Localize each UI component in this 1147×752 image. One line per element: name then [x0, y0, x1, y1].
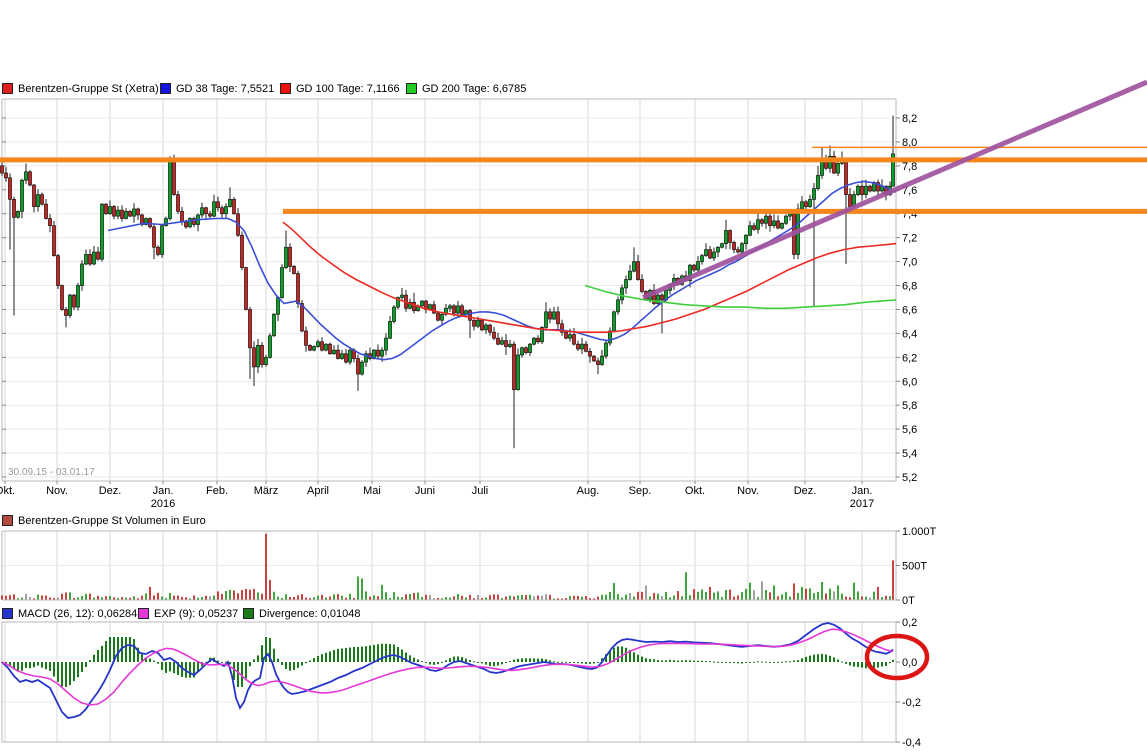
legend-macd-label: MACD (26, 12): 0,06284 [18, 608, 137, 620]
svg-text:6,6: 6,6 [902, 304, 917, 316]
svg-text:Jan.: Jan. [852, 485, 873, 497]
macd-swatch-icon [2, 608, 13, 619]
svg-text:6,2: 6,2 [902, 352, 917, 364]
gd200-swatch-icon [406, 83, 417, 94]
legend-gd38: GD 38 Tage: 7,5521 [160, 82, 274, 95]
svg-text:Juni: Juni [415, 485, 435, 497]
svg-text:Nov.: Nov. [46, 485, 68, 497]
svg-text:Nov.: Nov. [737, 485, 759, 497]
svg-text:5,4: 5,4 [902, 448, 917, 460]
svg-text:Okt.: Okt. [685, 485, 705, 497]
svg-text:7,2: 7,2 [902, 233, 917, 245]
svg-text:2017: 2017 [850, 498, 874, 510]
svg-text:Aug.: Aug. [577, 485, 600, 497]
svg-text:1.000T: 1.000T [902, 526, 937, 538]
svg-text:2016: 2016 [151, 498, 175, 510]
svg-text:Sep.: Sep. [629, 485, 652, 497]
legend-gd38-label: GD 38 Tage: 7,5521 [176, 83, 274, 95]
volume-bars[interactable] [1, 534, 894, 600]
svg-text:8,2: 8,2 [902, 113, 917, 125]
svg-text:5,8: 5,8 [902, 400, 917, 412]
svg-text:7,8: 7,8 [902, 161, 917, 173]
divergence-swatch-icon [243, 608, 254, 619]
volume-swatch-icon [2, 515, 13, 526]
legend-exp: EXP (9): 0,05237 [138, 607, 238, 620]
svg-text:6,4: 6,4 [902, 328, 917, 340]
svg-text:0,2: 0,2 [902, 617, 917, 629]
legend-gd100: GD 100 Tage: 7,1166 [280, 82, 400, 95]
svg-text:Mai: Mai [363, 485, 381, 497]
svg-text:April: April [307, 485, 329, 497]
gd38-swatch-icon [160, 83, 171, 94]
svg-text:Feb.: Feb. [206, 485, 228, 497]
exp-swatch-icon [138, 608, 149, 619]
svg-text:-0,4: -0,4 [902, 737, 921, 749]
chart-annotations [0, 82, 1147, 678]
svg-text:6,8: 6,8 [902, 281, 917, 293]
svg-text:7,0: 7,0 [902, 257, 917, 269]
svg-text:-0,2: -0,2 [902, 697, 921, 709]
legend-gd200: GD 200 Tage: 6,6785 [406, 82, 526, 95]
chart-canvas[interactable]: 8,28,07,87,67,47,27,06,86,66,46,26,05,85… [0, 0, 1147, 752]
svg-text:0,0: 0,0 [902, 657, 917, 669]
svg-text:500T: 500T [902, 561, 927, 573]
svg-text:Jan.: Jan. [153, 485, 174, 497]
legend-volume-label: Berentzen-Gruppe St Volumen in Euro [18, 515, 206, 527]
legend-macd: MACD (26, 12): 0,06284 [2, 607, 137, 620]
legend-instrument-label: Berentzen-Gruppe St (Xetra) [18, 83, 159, 95]
chart-window: 8,28,07,87,67,47,27,06,86,66,46,26,05,85… [0, 0, 1147, 752]
legend-divergence-label: Divergence: 0,01048 [259, 608, 361, 620]
svg-text:Juli: Juli [472, 485, 489, 497]
legend-divergence: Divergence: 0,01048 [243, 607, 361, 620]
svg-text:Okt.: Okt. [0, 485, 15, 497]
svg-text:Dez.: Dez. [794, 485, 817, 497]
svg-text:0T: 0T [902, 595, 915, 607]
legend-gd100-label: GD 100 Tage: 7,1166 [296, 83, 400, 95]
svg-text:5,6: 5,6 [902, 424, 917, 436]
macd-series [1, 623, 894, 718]
legend-exp-label: EXP (9): 0,05237 [154, 608, 238, 620]
legend-gd200-label: GD 200 Tage: 6,6785 [422, 83, 526, 95]
gd100-swatch-icon [280, 83, 291, 94]
svg-text:5,2: 5,2 [902, 472, 917, 484]
instrument-swatch-icon [2, 83, 13, 94]
svg-text:März: März [254, 485, 278, 497]
svg-text:Dez.: Dez. [99, 485, 122, 497]
svg-text:6,0: 6,0 [902, 376, 917, 388]
date-range-label: 30.09.15 - 03.01.17 [8, 467, 95, 478]
legend-volume: Berentzen-Gruppe St Volumen in Euro [2, 514, 206, 527]
legend-instrument: Berentzen-Gruppe St (Xetra) [2, 82, 159, 95]
